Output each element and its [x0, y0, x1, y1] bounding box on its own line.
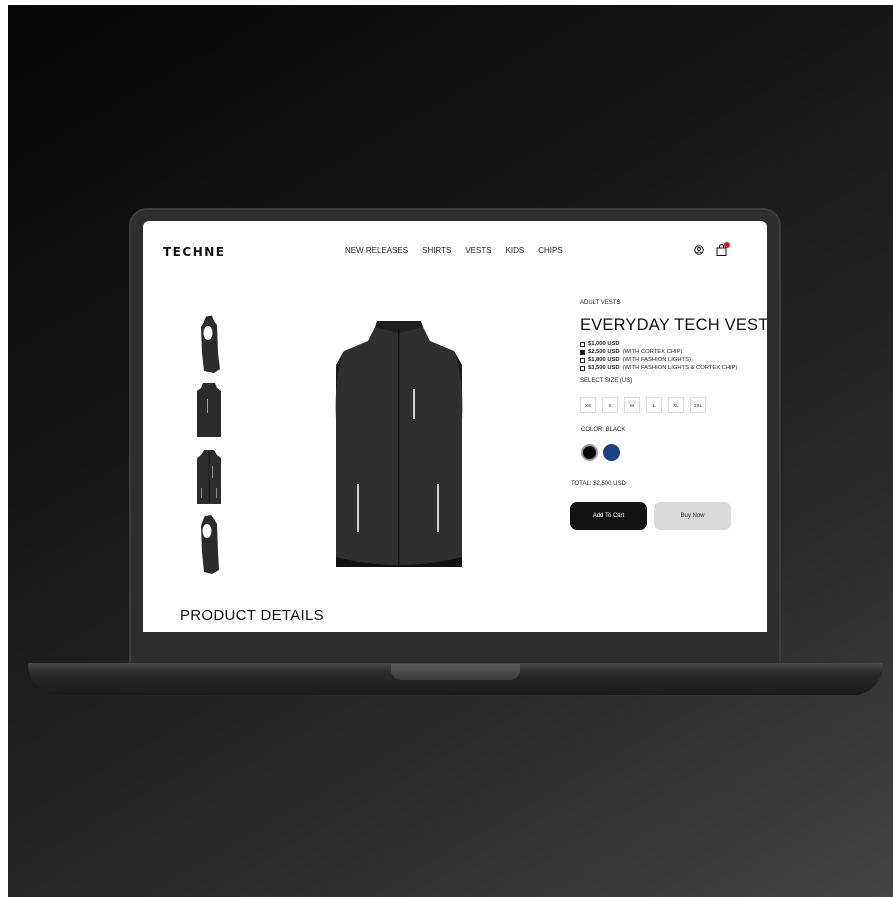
- nav-kids[interactable]: KIDS: [506, 246, 525, 255]
- nav-vests[interactable]: VESTS: [465, 246, 491, 255]
- thumbnail-side[interactable]: [190, 313, 228, 375]
- product-details-heading: PRODUCT DETAILS: [180, 607, 324, 624]
- option-note: (WITH FASHION LIGHTS): [622, 357, 691, 363]
- product-main-image: [335, 321, 463, 567]
- size-m[interactable]: M: [624, 397, 640, 413]
- option-price: $3,500 USD: [588, 365, 620, 371]
- background-scene: TECHNE NEW RELEASES SHIRTS VESTS KIDS CH…: [8, 5, 893, 897]
- buy-now-button[interactable]: Buy Now: [654, 502, 731, 530]
- option-price: $2,500 USD: [588, 349, 620, 355]
- laptop-notch: [391, 664, 520, 680]
- option-note: (WITH FASHION LIGHTS & CORTEX CHIP): [622, 365, 738, 371]
- price-option[interactable]: $2,500 USD (WITH CORTEX CHIP): [580, 348, 737, 356]
- thumbnail-back[interactable]: [190, 379, 228, 441]
- laptop-screen: TECHNE NEW RELEASES SHIRTS VESTS KIDS CH…: [143, 221, 767, 632]
- thumbnail-front[interactable]: [190, 446, 228, 508]
- size-label: SELECT SIZE (US): [580, 378, 633, 384]
- nav-chips[interactable]: CHIPS: [538, 246, 562, 255]
- product-title: EVERYDAY TECH VEST: [580, 316, 767, 334]
- nav-shirts[interactable]: SHIRTS: [422, 246, 451, 255]
- size-selector: XS S M L XL 2XL: [580, 397, 706, 413]
- option-checkbox[interactable]: [580, 365, 585, 371]
- account-icon[interactable]: [694, 245, 704, 255]
- size-xl[interactable]: XL: [668, 397, 684, 413]
- size-s[interactable]: S: [602, 397, 618, 413]
- price-option[interactable]: $1,000 USD: [580, 340, 737, 348]
- size-xs[interactable]: XS: [580, 397, 596, 413]
- option-checkbox[interactable]: [580, 349, 585, 355]
- price-options: $1,000 USD $2,500 USD (WITH CORTEX CHIP)…: [580, 340, 737, 372]
- option-checkbox[interactable]: [580, 341, 585, 347]
- product-category: ADULT VESTS: [580, 300, 621, 306]
- swatch-black[interactable]: [581, 444, 598, 461]
- option-price: $1,000 USD: [588, 341, 620, 347]
- size-l[interactable]: L: [646, 397, 662, 413]
- nav-new-releases[interactable]: NEW RELEASES: [345, 246, 408, 255]
- option-price: $1,800 USD: [588, 357, 620, 363]
- add-to-cart-button[interactable]: Add To Cart: [570, 502, 647, 530]
- main-nav: NEW RELEASES SHIRTS VESTS KIDS CHIPS: [345, 246, 563, 255]
- option-note: (WITH CORTEX CHIP): [622, 349, 683, 355]
- cart-badge: [724, 242, 730, 248]
- price-option[interactable]: $3,500 USD (WITH FASHION LIGHTS & CORTEX…: [580, 364, 737, 372]
- color-label: COLOR: BLACK: [581, 427, 626, 433]
- size-2xl[interactable]: 2XL: [690, 397, 706, 413]
- thumbnail-side-2[interactable]: [190, 512, 228, 574]
- brand-logo[interactable]: TECHNE: [163, 245, 225, 259]
- swatch-blue[interactable]: [603, 444, 620, 461]
- total-price: TOTAL: $2,500 USD: [571, 481, 626, 487]
- option-checkbox[interactable]: [580, 357, 585, 363]
- price-option[interactable]: $1,800 USD (WITH FASHION LIGHTS): [580, 356, 737, 364]
